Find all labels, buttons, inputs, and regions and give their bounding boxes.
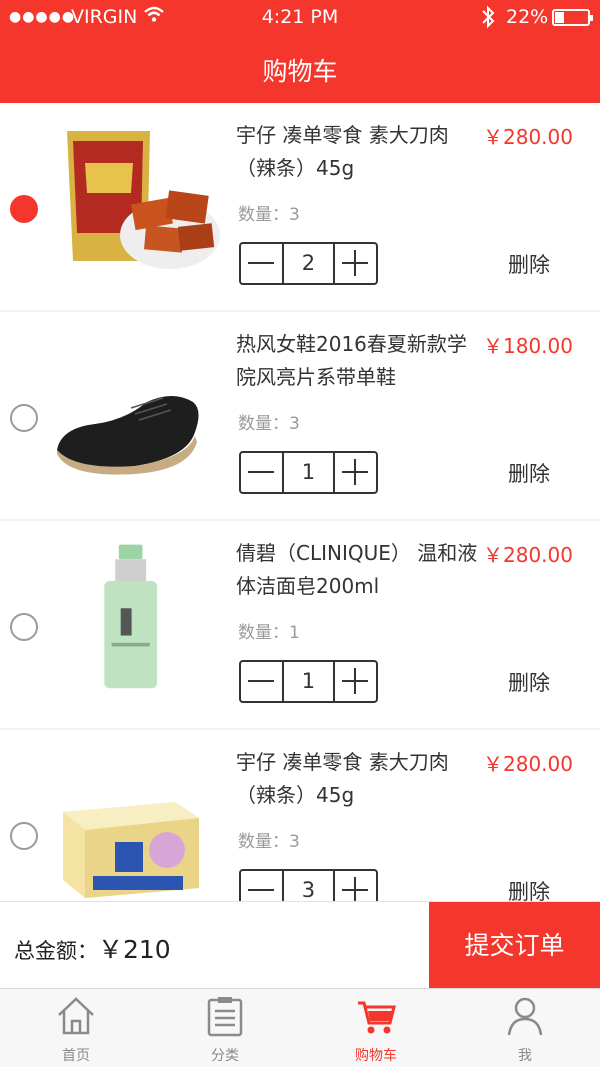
- select-radio[interactable]: [10, 404, 38, 432]
- total-label: 总金额：: [14, 939, 98, 963]
- tab-cart[interactable]: 购物车: [316, 989, 436, 1067]
- battery-icon: [552, 9, 593, 26]
- tissue-box-image: [63, 802, 199, 898]
- category-icon: [207, 997, 243, 1037]
- quantity-value[interactable]: 1: [281, 453, 336, 492]
- select-radio[interactable]: [10, 822, 38, 850]
- tab-home[interactable]: 首页: [16, 989, 136, 1067]
- product-price: ￥280.00: [483, 752, 573, 776]
- increment-button[interactable]: [335, 662, 376, 701]
- quantity-label: 数量：3: [238, 205, 300, 225]
- delete-button[interactable]: 删除: [508, 667, 550, 697]
- user-icon: [507, 997, 543, 1036]
- cart-item: 宇仔 凑单零食 素大刀肉（辣条）45g ￥280.00 数量：3 2 删除: [0, 103, 600, 310]
- product-name[interactable]: 宇仔 凑单零食 素大刀肉（辣条）45g: [236, 119, 478, 185]
- quantity-value[interactable]: 2: [281, 244, 336, 283]
- tab-label: 我: [518, 1048, 532, 1064]
- increment-button[interactable]: [335, 453, 376, 492]
- tab-label: 首页: [62, 1048, 90, 1064]
- page-title: 购物车: [262, 57, 338, 86]
- delete-button[interactable]: 删除: [508, 249, 550, 279]
- quantity-stepper: 1: [239, 660, 378, 703]
- submit-order-button[interactable]: 提交订单: [429, 902, 600, 989]
- decrement-button[interactable]: [241, 871, 282, 901]
- decrement-button[interactable]: [241, 453, 282, 492]
- quantity-label: 数量：3: [238, 832, 300, 852]
- tab-label: 购物车: [355, 1048, 397, 1064]
- product-price: ￥280.00: [483, 543, 573, 567]
- decrement-button[interactable]: [241, 662, 282, 701]
- product-name[interactable]: 宇仔 凑单零食 素大刀肉（辣条）45g: [236, 746, 478, 812]
- cart-item: 热风女鞋2016春夏新款学院风亮片系带单鞋 ￥180.00 数量：3 1 删除: [0, 312, 600, 519]
- product-price: ￥180.00: [483, 334, 573, 358]
- bluetooth-icon: [482, 5, 495, 29]
- select-radio[interactable]: [10, 195, 38, 223]
- status-bar: ●●●●● VIRGIN 4:21 PM 22%: [0, 0, 600, 34]
- product-name[interactable]: 热风女鞋2016春夏新款学院风亮片系带单鞋: [236, 328, 478, 394]
- quantity-stepper: 1: [239, 451, 378, 494]
- tab-category[interactable]: 分类: [165, 989, 285, 1067]
- increment-button[interactable]: [335, 871, 376, 901]
- decrement-button[interactable]: [241, 244, 282, 283]
- order-total: 总金额：￥210: [14, 930, 171, 966]
- quantity-value[interactable]: 1: [281, 662, 336, 701]
- tab-profile[interactable]: 我: [465, 989, 585, 1067]
- cart-icon: [358, 1001, 396, 1034]
- checkout-bar: 总金额：￥210 提交订单: [0, 901, 600, 989]
- battery-percent: 22%: [506, 6, 549, 28]
- delete-button[interactable]: 删除: [508, 458, 550, 488]
- quantity-value[interactable]: 3: [281, 871, 336, 901]
- header: ●●●●● VIRGIN 4:21 PM 22% 购物车: [0, 0, 600, 103]
- quantity-label: 数量：1: [238, 623, 300, 643]
- cart-list[interactable]: 宇仔 凑单零食 素大刀肉（辣条）45g ￥280.00 数量：3 2 删除 热风…: [0, 103, 600, 901]
- delete-button[interactable]: 删除: [508, 876, 550, 901]
- select-radio[interactable]: [10, 613, 38, 641]
- cart-item: 宇仔 凑单零食 素大刀肉（辣条）45g ￥280.00 数量：3 3 删除: [0, 730, 600, 901]
- quantity-stepper: 3: [239, 869, 378, 901]
- snack-bag-image: [67, 131, 220, 269]
- quantity-label: 数量：3: [238, 414, 300, 434]
- quantity-stepper: 2: [239, 242, 378, 285]
- cleanser-bottle-image: [104, 544, 158, 689]
- increment-button[interactable]: [335, 244, 376, 283]
- product-price: ￥280.00: [483, 125, 573, 149]
- total-amount: ￥210: [98, 935, 171, 964]
- home-icon: [58, 997, 94, 1035]
- tab-bar: 首页 分类 购物车 我: [0, 988, 600, 1067]
- product-name[interactable]: 倩碧（CLINIQUE） 温和液体洁面皂200ml: [236, 537, 478, 603]
- tab-label: 分类: [211, 1048, 239, 1064]
- cart-item: 倩碧（CLINIQUE） 温和液体洁面皂200ml ￥280.00 数量：1 1…: [0, 521, 600, 728]
- shoe-image: [57, 396, 199, 475]
